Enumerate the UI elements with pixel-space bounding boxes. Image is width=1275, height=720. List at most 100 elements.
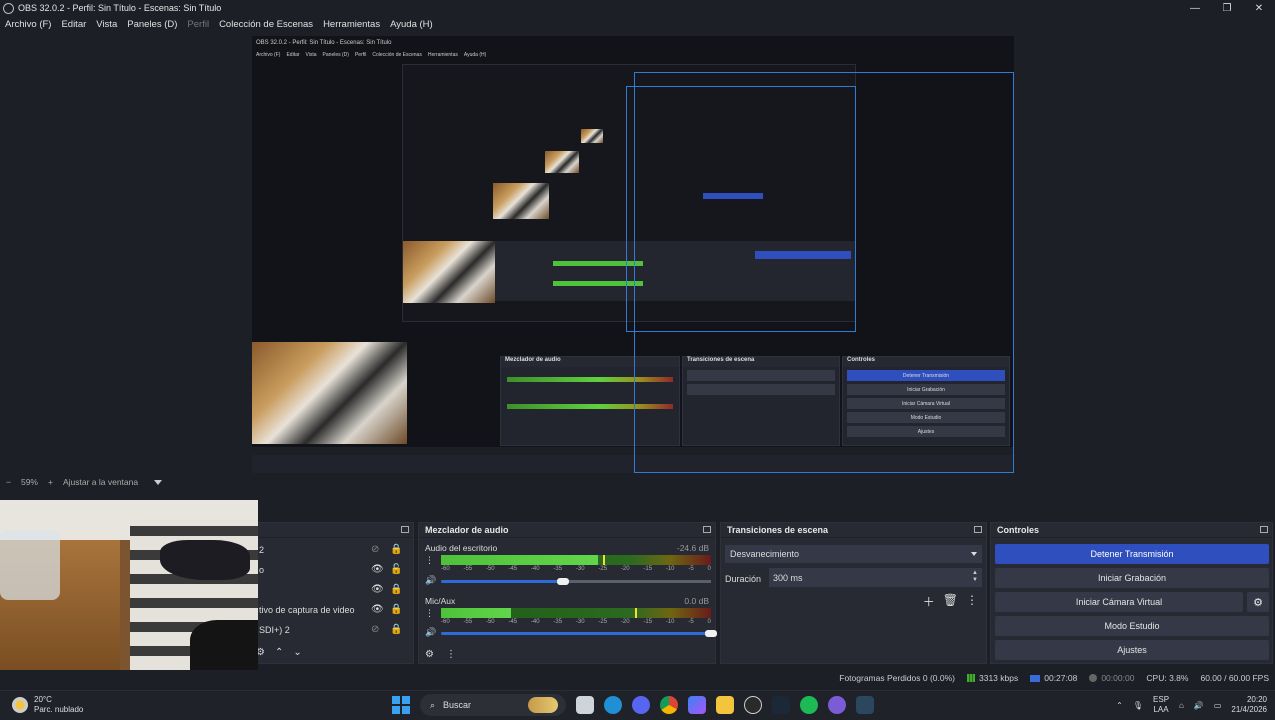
windows-start-icon[interactable]: [392, 696, 410, 714]
stream-icon: [1030, 674, 1041, 682]
float-dock-icon[interactable]: [401, 526, 409, 533]
chevron-down-icon[interactable]: ⌄: [293, 647, 301, 658]
lock-icon[interactable]: 🔒: [390, 584, 402, 595]
eye-icon[interactable]: 👁: [371, 604, 384, 615]
stop-stream-button[interactable]: Detener Transmisión: [995, 544, 1269, 564]
settings-icon[interactable]: ⚙: [425, 649, 434, 660]
chrome-icon[interactable]: [660, 696, 678, 714]
transitions-toolbar: ＋ 🗑 ⋮: [923, 593, 978, 610]
eye-icon[interactable]: 👁: [371, 584, 384, 595]
sources-toolbar: ⚙ ⌃ ⌄: [256, 647, 302, 658]
scale-tick: 0: [707, 566, 711, 572]
channel-name: Audio del escritorio: [425, 543, 498, 553]
kebab-menu-icon[interactable]: ⋮: [425, 555, 434, 566]
language-indicator[interactable]: ESP LAA: [1153, 695, 1169, 715]
task-view-icon[interactable]: [576, 696, 594, 714]
kebab-menu-icon[interactable]: ⋮: [966, 593, 978, 610]
temperature: 20°C: [34, 695, 52, 704]
volume-icon[interactable]: 🔊: [1194, 701, 1204, 710]
lock-icon[interactable]: 🔒: [390, 624, 402, 635]
preview-area[interactable]: OBS 32.0.2 - Perfil: Sin Título - Escena…: [0, 32, 1275, 473]
volume-handle[interactable]: [556, 578, 569, 585]
wifi-icon[interactable]: ⌂: [1179, 701, 1184, 710]
zoom-in-button[interactable]: +: [48, 477, 53, 487]
menu-herramientas[interactable]: Herramientas: [323, 19, 380, 30]
menu-editar[interactable]: Editar: [61, 19, 86, 30]
obs-icon[interactable]: [744, 696, 762, 714]
kebab-menu-icon[interactable]: ⋮: [446, 649, 456, 660]
cpu-usage: CPU: 3.8%: [1146, 673, 1189, 683]
source-row[interactable]: tivo de captura de video: [259, 605, 355, 615]
maximize-icon[interactable]: ❐: [1211, 0, 1243, 16]
lock-icon[interactable]: 🔒: [390, 544, 402, 555]
fit-to-window-label[interactable]: Ajustar a la ventana: [63, 477, 138, 487]
volume-slider[interactable]: [441, 578, 711, 585]
studio-mode-button[interactable]: Modo Estudio: [995, 616, 1269, 636]
chevron-up-icon[interactable]: ⌃: [1116, 701, 1123, 710]
float-dock-icon[interactable]: [1260, 526, 1268, 533]
source-row[interactable]: 2: [259, 545, 264, 555]
spotify-icon[interactable]: [800, 696, 818, 714]
scale-tick: -15: [643, 566, 653, 572]
system-tray: ⌃ 🎙 ESP LAA ⌂ 🔊 ▭ 20:20 21/4/2026: [1116, 695, 1267, 715]
virtual-camera-settings-icon[interactable]: ⚙: [1247, 592, 1269, 612]
steam-icon-2[interactable]: [856, 696, 874, 714]
transitions-header: Transiciones de escena: [721, 523, 986, 538]
chevron-up-icon[interactable]: ⌃: [275, 647, 283, 658]
preview-canvas[interactable]: OBS 32.0.2 - Perfil: Sin Título - Escena…: [252, 36, 1014, 473]
discord-icon[interactable]: [632, 696, 650, 714]
app-circle-icon[interactable]: [828, 696, 846, 714]
battery-icon[interactable]: ▭: [1214, 701, 1222, 710]
copilot-icon[interactable]: [688, 696, 706, 714]
minimize-icon[interactable]: —: [1179, 0, 1211, 16]
start-virtual-camera-button[interactable]: Iniciar Cámara Virtual: [995, 592, 1243, 612]
eye-hidden-icon[interactable]: ⊘: [371, 624, 379, 635]
mixer-toolbar: ⚙ ⋮: [425, 649, 456, 660]
lock-icon[interactable]: 🔒: [390, 604, 402, 615]
float-dock-icon[interactable]: [703, 526, 711, 533]
close-icon[interactable]: ✕: [1243, 0, 1275, 16]
duration-input[interactable]: 300 ms ▲ ▼: [769, 568, 982, 587]
source-row[interactable]: SDI+) 2: [259, 625, 290, 635]
spin-buttons-icon[interactable]: ▲ ▼: [972, 570, 978, 584]
steam-icon[interactable]: [772, 696, 790, 714]
add-icon[interactable]: ＋: [923, 593, 935, 610]
menu-archivo[interactable]: Archivo (F): [5, 19, 51, 30]
eye-icon[interactable]: 👁: [371, 564, 384, 575]
menu-coleccion-escenas[interactable]: Colección de Escenas: [219, 19, 313, 30]
chevron-down-icon[interactable]: [154, 479, 163, 485]
microphone-icon[interactable]: 🎙: [1133, 701, 1143, 710]
kebab-menu-icon[interactable]: ⋮: [425, 608, 434, 619]
float-dock-icon[interactable]: [974, 526, 982, 533]
file-explorer-icon[interactable]: [716, 696, 734, 714]
fps: 60.00 / 60.00 FPS: [1200, 673, 1269, 683]
trash-icon[interactable]: 🗑: [943, 593, 958, 610]
menu-paneles[interactable]: Paneles (D): [127, 19, 177, 30]
menu-vista[interactable]: Vista: [96, 19, 117, 30]
lock-open-icon[interactable]: 🔓: [390, 564, 402, 575]
volume-handle[interactable]: [705, 630, 717, 637]
settings-button[interactable]: Ajustes: [995, 640, 1269, 660]
search-icon: ⌕: [430, 699, 436, 710]
scale-tick: -60: [441, 566, 450, 572]
channel-db: -24.6 dB: [676, 543, 709, 553]
nested-webcam: [252, 342, 407, 444]
obs-logo-icon: [3, 2, 14, 14]
start-recording-button[interactable]: Iniciar Grabación: [995, 568, 1269, 588]
scale-tick: -35: [553, 619, 563, 625]
menu-ayuda[interactable]: Ayuda (H): [390, 19, 433, 30]
zoom-out-button[interactable]: −: [6, 477, 11, 487]
speaker-icon[interactable]: 🔊: [425, 575, 436, 586]
menu-perfil[interactable]: Perfil: [187, 19, 209, 30]
volume-slider[interactable]: [441, 630, 717, 637]
audio-meter: [441, 555, 711, 565]
eye-hidden-icon[interactable]: ⊘: [371, 544, 379, 555]
transition-select[interactable]: Desvanecimiento: [725, 545, 982, 563]
clock[interactable]: 20:20 21/4/2026: [1231, 695, 1267, 715]
source-row[interactable]: o: [259, 565, 264, 575]
edge-icon[interactable]: [604, 696, 622, 714]
weather-widget[interactable]: 20°C Parc. nublado: [12, 695, 83, 715]
mixer-header: Mezclador de audio: [419, 523, 715, 538]
taskbar-search[interactable]: ⌕ Buscar: [420, 694, 566, 716]
speaker-icon[interactable]: 🔊: [425, 627, 436, 638]
